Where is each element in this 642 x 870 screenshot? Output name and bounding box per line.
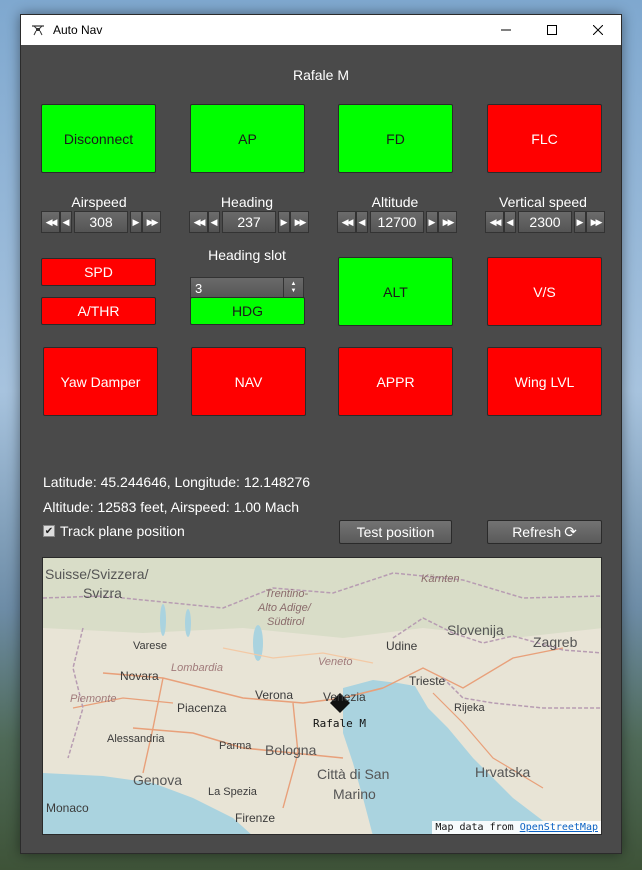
altitude-value[interactable]: 12700 — [370, 211, 424, 233]
heading-slot-spinner[interactable]: 3 ▲ ▼ — [190, 277, 304, 299]
title-bar: Auto Nav — [21, 15, 621, 45]
close-icon[interactable] — [575, 15, 621, 45]
map-label: Rijeka — [454, 702, 485, 714]
lat-lon-text: Latitude: 45.244646, Longitude: 12.14827… — [43, 474, 311, 490]
fast-decrease-icon[interactable]: ◀◀ — [485, 211, 504, 233]
plane-name: Rafale M — [292, 67, 350, 83]
map-label: Alto Adige/ — [258, 602, 311, 614]
heading-label: Heading — [220, 194, 274, 210]
refresh-label: Refresh — [512, 524, 562, 540]
wing-lvl-button[interactable]: Wing LVL — [487, 347, 602, 416]
altitude-airspeed-text: Altitude: 12583 feet, Airspeed: 1.00 Mac… — [43, 499, 300, 515]
map-label: Firenze — [235, 811, 276, 825]
map-label: Genova — [133, 772, 183, 788]
window-title: Auto Nav — [53, 23, 103, 37]
drone-icon — [31, 23, 45, 37]
fast-decrease-icon[interactable]: ◀◀ — [337, 211, 356, 233]
fast-increase-icon[interactable]: ▶▶ — [290, 211, 309, 233]
track-position-checkbox[interactable]: ✔ Track plane position — [43, 523, 185, 539]
maximize-icon[interactable] — [529, 15, 575, 45]
map-label: Südtirol — [267, 616, 305, 628]
fast-decrease-icon[interactable]: ◀◀ — [189, 211, 208, 233]
map-label: Alessandria — [107, 733, 165, 745]
decrease-icon[interactable]: ◀ — [504, 211, 516, 233]
altitude-stepper: ◀◀ ◀ 12700 ▶ ▶▶ — [337, 211, 457, 233]
map-label: Trentino- — [265, 588, 309, 600]
airspeed-label: Airspeed — [71, 194, 127, 210]
vertical-speed-label: Vertical speed — [499, 194, 587, 210]
attribution-text: Map data from — [435, 822, 514, 833]
minimize-icon[interactable] — [483, 15, 529, 45]
map-label: Slovenija — [447, 622, 504, 638]
map-label: Bologna — [265, 742, 317, 758]
heading-slot-label: Heading slot — [208, 247, 286, 263]
main-panel: Rafale M Disconnect AP FD FLC Airspeed H… — [21, 45, 621, 853]
map-label: Venezia — [323, 690, 366, 704]
map-label: Monaco — [46, 801, 89, 815]
heading-slot-value: 3 — [195, 280, 203, 296]
map-label: Verona — [255, 688, 294, 702]
map-label: Piemonte — [70, 693, 117, 705]
map-label: Zagreb — [533, 634, 578, 650]
map-label: Trieste — [409, 674, 446, 688]
airspeed-value[interactable]: 308 — [74, 211, 128, 233]
checkmark-icon[interactable]: ✔ — [43, 525, 55, 537]
increase-icon[interactable]: ▶ — [574, 211, 586, 233]
heading-stepper: ◀◀ ◀ 237 ▶ ▶▶ — [189, 211, 309, 233]
nav-button[interactable]: NAV — [191, 347, 306, 416]
map-label: Svizra — [83, 585, 122, 601]
map-label: Veneto — [318, 656, 353, 668]
map-attribution: Map data from OpenStreetMap — [432, 821, 601, 834]
openstreetmap-link[interactable]: OpenStreetMap — [520, 822, 598, 833]
map-label: Novara — [120, 669, 159, 683]
map-label: Marino — [333, 786, 376, 802]
increase-icon[interactable]: ▶ — [426, 211, 438, 233]
map-label: Città di San — [317, 766, 390, 782]
spd-button[interactable]: SPD — [41, 258, 156, 286]
fast-decrease-icon[interactable]: ◀◀ — [41, 211, 60, 233]
window-controls — [483, 15, 621, 45]
plane-marker-label: Rafale M — [313, 717, 366, 730]
map-label: Kärnten — [421, 573, 460, 585]
yaw-damper-button[interactable]: Yaw Damper — [43, 347, 158, 416]
map-label: Lombardia — [171, 662, 223, 674]
map-label: La Spezia — [208, 786, 257, 798]
disconnect-button[interactable]: Disconnect — [41, 104, 156, 173]
increase-icon[interactable]: ▶ — [130, 211, 142, 233]
alt-button[interactable]: ALT — [338, 257, 453, 326]
fd-button[interactable]: FD — [338, 104, 453, 173]
decrease-icon[interactable]: ◀ — [60, 211, 72, 233]
fast-increase-icon[interactable]: ▶▶ — [438, 211, 457, 233]
appr-button[interactable]: APPR — [338, 347, 453, 416]
decrease-icon[interactable]: ◀ — [208, 211, 220, 233]
altitude-label: Altitude — [371, 194, 419, 210]
map-label: Hrvatska — [475, 764, 531, 780]
hdg-button[interactable]: HDG — [190, 297, 305, 325]
map-label: Piacenza — [177, 701, 227, 715]
fast-increase-icon[interactable]: ▶▶ — [586, 211, 605, 233]
vertical-speed-stepper: ◀◀ ◀ 2300 ▶ ▶▶ — [485, 211, 605, 233]
vs-button[interactable]: V/S — [487, 257, 602, 326]
map-label: Suisse/Svizzera/ — [45, 566, 149, 582]
airspeed-stepper: ◀◀ ◀ 308 ▶ ▶▶ — [41, 211, 161, 233]
map-view[interactable]: Suisse/Svizzera/ Svizra Kärnten Trentino… — [42, 557, 602, 835]
flc-button[interactable]: FLC — [487, 104, 602, 173]
fast-increase-icon[interactable]: ▶▶ — [142, 211, 161, 233]
athr-button[interactable]: A/THR — [41, 297, 156, 325]
track-position-label: Track plane position — [60, 523, 185, 539]
ap-button[interactable]: AP — [190, 104, 305, 173]
auto-nav-window: Auto Nav Rafale M Disconnect AP FD FLC A… — [20, 14, 622, 854]
refresh-button[interactable]: Refresh ⟳ — [487, 520, 602, 544]
vertical-speed-value[interactable]: 2300 — [518, 211, 572, 233]
map-label: Udine — [386, 639, 418, 653]
test-position-button[interactable]: Test position — [339, 520, 452, 544]
heading-value[interactable]: 237 — [222, 211, 276, 233]
map-label: Parma — [219, 740, 252, 752]
map-label: Varese — [133, 640, 168, 652]
decrease-icon[interactable]: ◀ — [356, 211, 368, 233]
spinner-arrows-icon[interactable]: ▲ ▼ — [283, 278, 303, 298]
refresh-icon: ⟳ — [564, 524, 577, 541]
increase-icon[interactable]: ▶ — [278, 211, 290, 233]
